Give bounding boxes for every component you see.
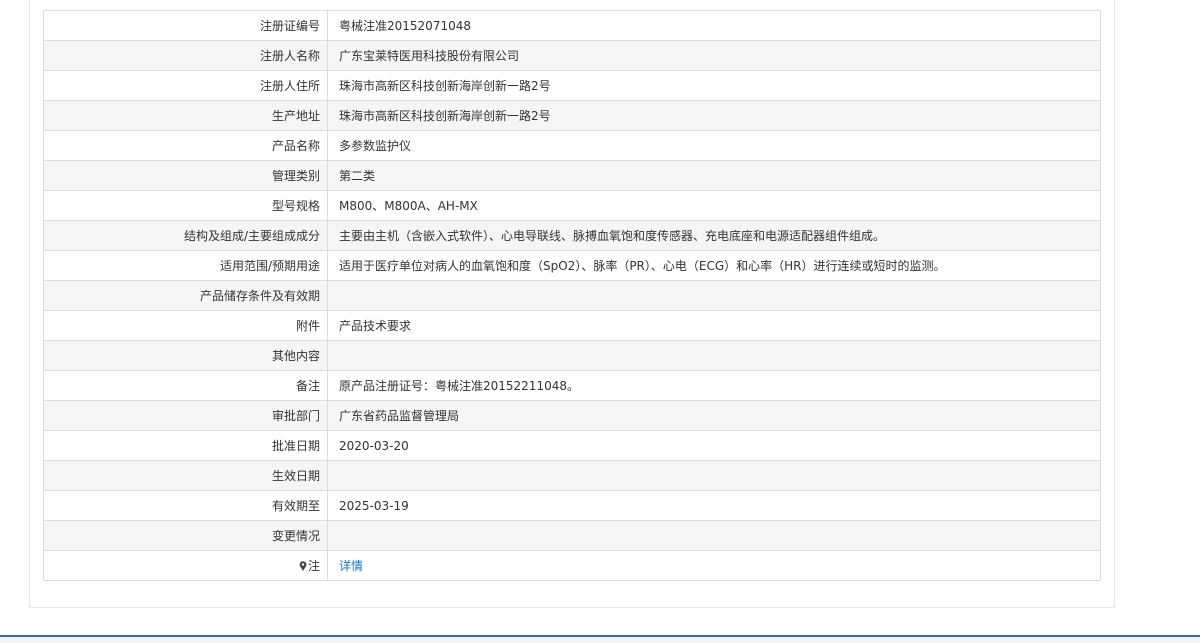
row-value: 产品技术要求	[327, 310, 1101, 341]
row-label: 生产地址	[43, 100, 328, 131]
table-row: 生效日期	[43, 460, 1101, 491]
row-label: 批准日期	[43, 430, 328, 461]
row-label: 附件	[43, 310, 328, 341]
row-label: 适用范围/预期用途	[43, 250, 328, 281]
table-row: 结构及组成/主要组成成分 主要由主机（含嵌入式软件）、心电导联线、脉搏血氧饱和度…	[43, 220, 1101, 251]
bottom-strip	[0, 637, 1200, 643]
row-label: 生效日期	[43, 460, 328, 491]
note-label-cell: 注	[43, 550, 328, 581]
row-value: 第二类	[327, 160, 1101, 191]
row-value	[327, 340, 1101, 371]
row-label: 审批部门	[43, 400, 328, 431]
row-value: 广东宝莱特医用科技股份有限公司	[327, 40, 1101, 71]
record-table: 注册证编号 粤械注准20152071048 注册人名称 广东宝莱特医用科技股份有…	[43, 10, 1101, 581]
row-label: 型号规格	[43, 190, 328, 221]
row-label: 备注	[43, 370, 328, 401]
row-label: 变更情况	[43, 520, 328, 551]
details-link[interactable]: 详情	[339, 559, 363, 573]
row-label: 管理类别	[43, 160, 328, 191]
row-value: 2025-03-19	[327, 490, 1101, 521]
table-row: 其他内容	[43, 340, 1101, 371]
row-value: M800、M800A、AH-MX	[327, 190, 1101, 221]
row-label: 结构及组成/主要组成成分	[43, 220, 328, 251]
row-value: 多参数监护仪	[327, 130, 1101, 161]
row-value	[327, 460, 1101, 491]
row-label: 产品名称	[43, 130, 328, 161]
row-value: 原产品注册证号：粤械注准20152211048。	[327, 370, 1101, 401]
row-label: 有效期至	[43, 490, 328, 521]
row-value: 广东省药品监督管理局	[327, 400, 1101, 431]
row-value: 珠海市高新区科技创新海岸创新一路2号	[327, 70, 1101, 101]
record-panel: 注册证编号 粤械注准20152071048 注册人名称 广东宝莱特医用科技股份有…	[29, 0, 1115, 608]
table-row: 管理类别 第二类	[43, 160, 1101, 191]
row-value: 粤械注准20152071048	[327, 10, 1101, 41]
table-row: 有效期至 2025-03-19	[43, 490, 1101, 521]
table-row: 型号规格 M800、M800A、AH-MX	[43, 190, 1101, 221]
note-label: 注	[307, 559, 320, 573]
table-row: 产品储存条件及有效期	[43, 280, 1101, 311]
note-row: 注 详情	[43, 550, 1101, 581]
row-value: 2020-03-20	[327, 430, 1101, 461]
row-label: 产品储存条件及有效期	[43, 280, 328, 311]
pin-icon	[299, 560, 307, 571]
table-row: 适用范围/预期用途 适用于医疗单位对病人的血氧饱和度（SpO2）、脉率（PR）、…	[43, 250, 1101, 281]
table-row: 备注 原产品注册证号：粤械注准20152211048。	[43, 370, 1101, 401]
row-value	[327, 280, 1101, 311]
row-label: 注册人住所	[43, 70, 328, 101]
table-row: 生产地址 珠海市高新区科技创新海岸创新一路2号	[43, 100, 1101, 131]
table-row: 审批部门 广东省药品监督管理局	[43, 400, 1101, 431]
row-label: 注册证编号	[43, 10, 328, 41]
row-value: 适用于医疗单位对病人的血氧饱和度（SpO2）、脉率（PR）、心电（ECG）和心率…	[327, 250, 1101, 281]
row-value	[327, 520, 1101, 551]
table-row: 注册人名称 广东宝莱特医用科技股份有限公司	[43, 40, 1101, 71]
row-value: 主要由主机（含嵌入式软件）、心电导联线、脉搏血氧饱和度传感器、充电底座和电源适配…	[327, 220, 1101, 251]
row-value: 珠海市高新区科技创新海岸创新一路2号	[327, 100, 1101, 131]
table-row: 变更情况	[43, 520, 1101, 551]
table-row: 批准日期 2020-03-20	[43, 430, 1101, 461]
row-label: 注册人名称	[43, 40, 328, 71]
table-row: 产品名称 多参数监护仪	[43, 130, 1101, 161]
page: 注册证编号 粤械注准20152071048 注册人名称 广东宝莱特医用科技股份有…	[0, 0, 1200, 643]
table-row: 注册人住所 珠海市高新区科技创新海岸创新一路2号	[43, 70, 1101, 101]
table-row: 附件 产品技术要求	[43, 310, 1101, 341]
row-label: 其他内容	[43, 340, 328, 371]
note-value-cell: 详情	[327, 550, 1101, 581]
table-row: 注册证编号 粤械注准20152071048	[43, 10, 1101, 41]
